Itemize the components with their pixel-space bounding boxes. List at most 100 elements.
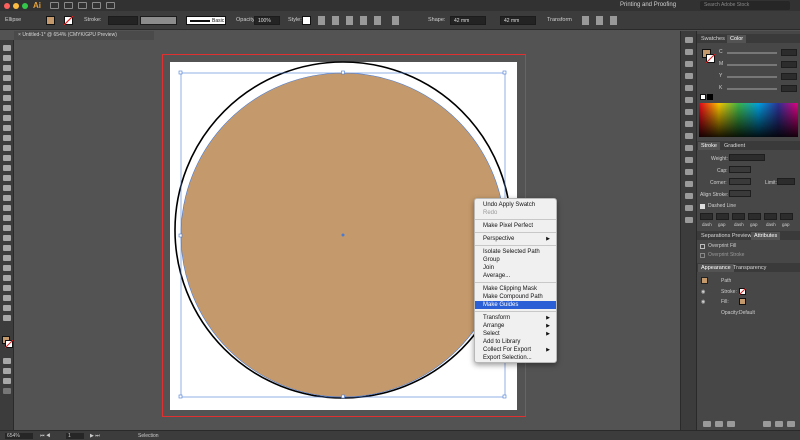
export-icon[interactable]: [685, 85, 693, 91]
links-icon[interactable]: [685, 133, 693, 139]
dashed-line-checkbox[interactable]: [700, 204, 705, 209]
add-stroke-icon[interactable]: [703, 421, 711, 427]
isolate-icon[interactable]: [392, 16, 399, 25]
magic-wand-tool-icon[interactable]: [3, 65, 11, 71]
transform-link[interactable]: Transform: [547, 17, 572, 23]
libraries-icon[interactable]: [685, 73, 693, 79]
zoom-tool-icon[interactable]: [3, 315, 11, 321]
cyan-field[interactable]: [781, 49, 797, 56]
menu-item-make-guides[interactable]: Make Guides: [475, 301, 556, 309]
perspective-grid-tool-icon[interactable]: [3, 215, 11, 221]
clear-appearance-icon[interactable]: [763, 421, 771, 427]
free-transform-tool-icon[interactable]: [3, 195, 11, 201]
appearance-fill-swatch[interactable]: [739, 298, 746, 305]
gradient-tool-icon[interactable]: [3, 235, 11, 241]
zoom-window-icon[interactable]: [22, 3, 28, 9]
duplicate-item-icon[interactable]: [775, 421, 783, 427]
hand-tool-icon[interactable]: [3, 305, 11, 311]
align-icon[interactable]: [332, 16, 339, 25]
graphic-style-swatch[interactable]: [302, 16, 311, 25]
overprint-fill-checkbox[interactable]: [700, 244, 705, 249]
menu-item-make-pixel-perfect[interactable]: Make Pixel Perfect: [475, 222, 556, 230]
eyedropper-tool-icon[interactable]: [3, 245, 11, 251]
direct-selection-tool-icon[interactable]: [3, 55, 11, 61]
align-panel-icon[interactable]: [346, 16, 353, 25]
gap-field[interactable]: [716, 213, 729, 220]
black-swatch[interactable]: [707, 94, 713, 100]
minimize-window-icon[interactable]: [13, 3, 19, 9]
width-tool-icon[interactable]: [3, 185, 11, 191]
line-tool-icon[interactable]: [3, 115, 11, 121]
visibility-eye-icon[interactable]: ◉: [701, 299, 705, 305]
recolor-icon[interactable]: [318, 16, 325, 25]
white-swatch[interactable]: [700, 94, 706, 100]
next-artboard-icon[interactable]: ▶ ⏭: [90, 433, 100, 439]
stroke-weight-field[interactable]: [108, 16, 138, 25]
menu-item-make-compound-path[interactable]: Make Compound Path: [475, 293, 556, 301]
yellow-slider[interactable]: [727, 76, 777, 78]
character-icon[interactable]: [685, 181, 693, 187]
corner-buttons[interactable]: [729, 178, 751, 185]
stroke-swatch[interactable]: [64, 16, 73, 25]
color-spectrum[interactable]: [699, 103, 798, 137]
tab-appearance[interactable]: Appearance: [698, 264, 734, 272]
magenta-field[interactable]: [781, 61, 797, 68]
menu-item-isolate-selected-path[interactable]: Isolate Selected Path: [475, 248, 556, 256]
distribute-icon[interactable]: [360, 16, 367, 25]
artboards-icon[interactable]: [685, 61, 693, 67]
artboard-number-field[interactable]: 1: [66, 433, 84, 439]
menu-item-arrange[interactable]: Arrange ▶: [475, 322, 556, 330]
align-panel-icon[interactable]: [685, 145, 693, 151]
graphic-styles-icon[interactable]: [685, 121, 693, 127]
rotate-tool-icon[interactable]: [3, 165, 11, 171]
variable-width-field[interactable]: [140, 16, 177, 25]
pen-tool-icon[interactable]: [3, 85, 11, 91]
tab-transparency[interactable]: Transparency: [730, 264, 769, 272]
opacity-field[interactable]: 100%: [254, 16, 280, 25]
library-icon[interactable]: [50, 2, 59, 9]
close-window-icon[interactable]: [4, 3, 10, 9]
curvature-tool-icon[interactable]: [3, 95, 11, 101]
draw-mode-icon[interactable]: [3, 368, 11, 374]
shape-builder-tool-icon[interactable]: [3, 205, 11, 211]
slice-tool-icon[interactable]: [3, 295, 11, 301]
transform-panel-icon[interactable]: [685, 169, 693, 175]
dash-field[interactable]: [732, 213, 745, 220]
brush-icon[interactable]: [64, 2, 73, 9]
tab-swatches[interactable]: Swatches: [698, 35, 728, 43]
graph-tool-icon[interactable]: [3, 275, 11, 281]
artboard-tool-icon[interactable]: [3, 285, 11, 291]
gpu-icon[interactable]: [106, 2, 115, 9]
flip-icon[interactable]: [596, 16, 603, 25]
dash-field[interactable]: [700, 213, 713, 220]
color-stroke-swatch[interactable]: [706, 54, 715, 63]
scale-tool-icon[interactable]: [3, 175, 11, 181]
selection-tool-icon[interactable]: [3, 45, 11, 51]
tab-separations-preview[interactable]: Separations Preview: [698, 232, 754, 240]
opentype-icon[interactable]: [685, 205, 693, 211]
pencil-tool-icon[interactable]: [3, 145, 11, 151]
brush-definition-field[interactable]: Basic: [186, 16, 226, 25]
blend-tool-icon[interactable]: [3, 255, 11, 261]
yellow-field[interactable]: [781, 73, 797, 80]
workspace-switcher[interactable]: Printing and Proofing: [620, 2, 676, 8]
dash-field[interactable]: [764, 213, 777, 220]
brushes-icon[interactable]: [685, 109, 693, 115]
tab-gradient[interactable]: Gradient: [721, 142, 748, 150]
shape-width-field[interactable]: 42 mm: [450, 16, 486, 25]
appearance-stroke-swatch[interactable]: [739, 288, 746, 295]
tab-color[interactable]: Color: [727, 35, 747, 43]
appearance-opacity-label[interactable]: Opacity:: [721, 310, 739, 316]
stroke-weight-input[interactable]: [729, 154, 765, 161]
align-stroke-buttons[interactable]: [729, 190, 751, 197]
options-icon[interactable]: [610, 16, 617, 25]
black-slider[interactable]: [727, 88, 777, 90]
stroke-color-icon[interactable]: [5, 340, 13, 348]
gap-field[interactable]: [748, 213, 761, 220]
menu-item-undo-apply-swatch[interactable]: Undo Apply Swatch: [475, 201, 556, 209]
mesh-tool-icon[interactable]: [3, 225, 11, 231]
paragraph-icon[interactable]: [685, 193, 693, 199]
menu-item-collect-for-export[interactable]: Collect For Export ▶: [475, 346, 556, 354]
navigator-icon[interactable]: [685, 217, 693, 223]
cyan-slider[interactable]: [727, 52, 777, 54]
